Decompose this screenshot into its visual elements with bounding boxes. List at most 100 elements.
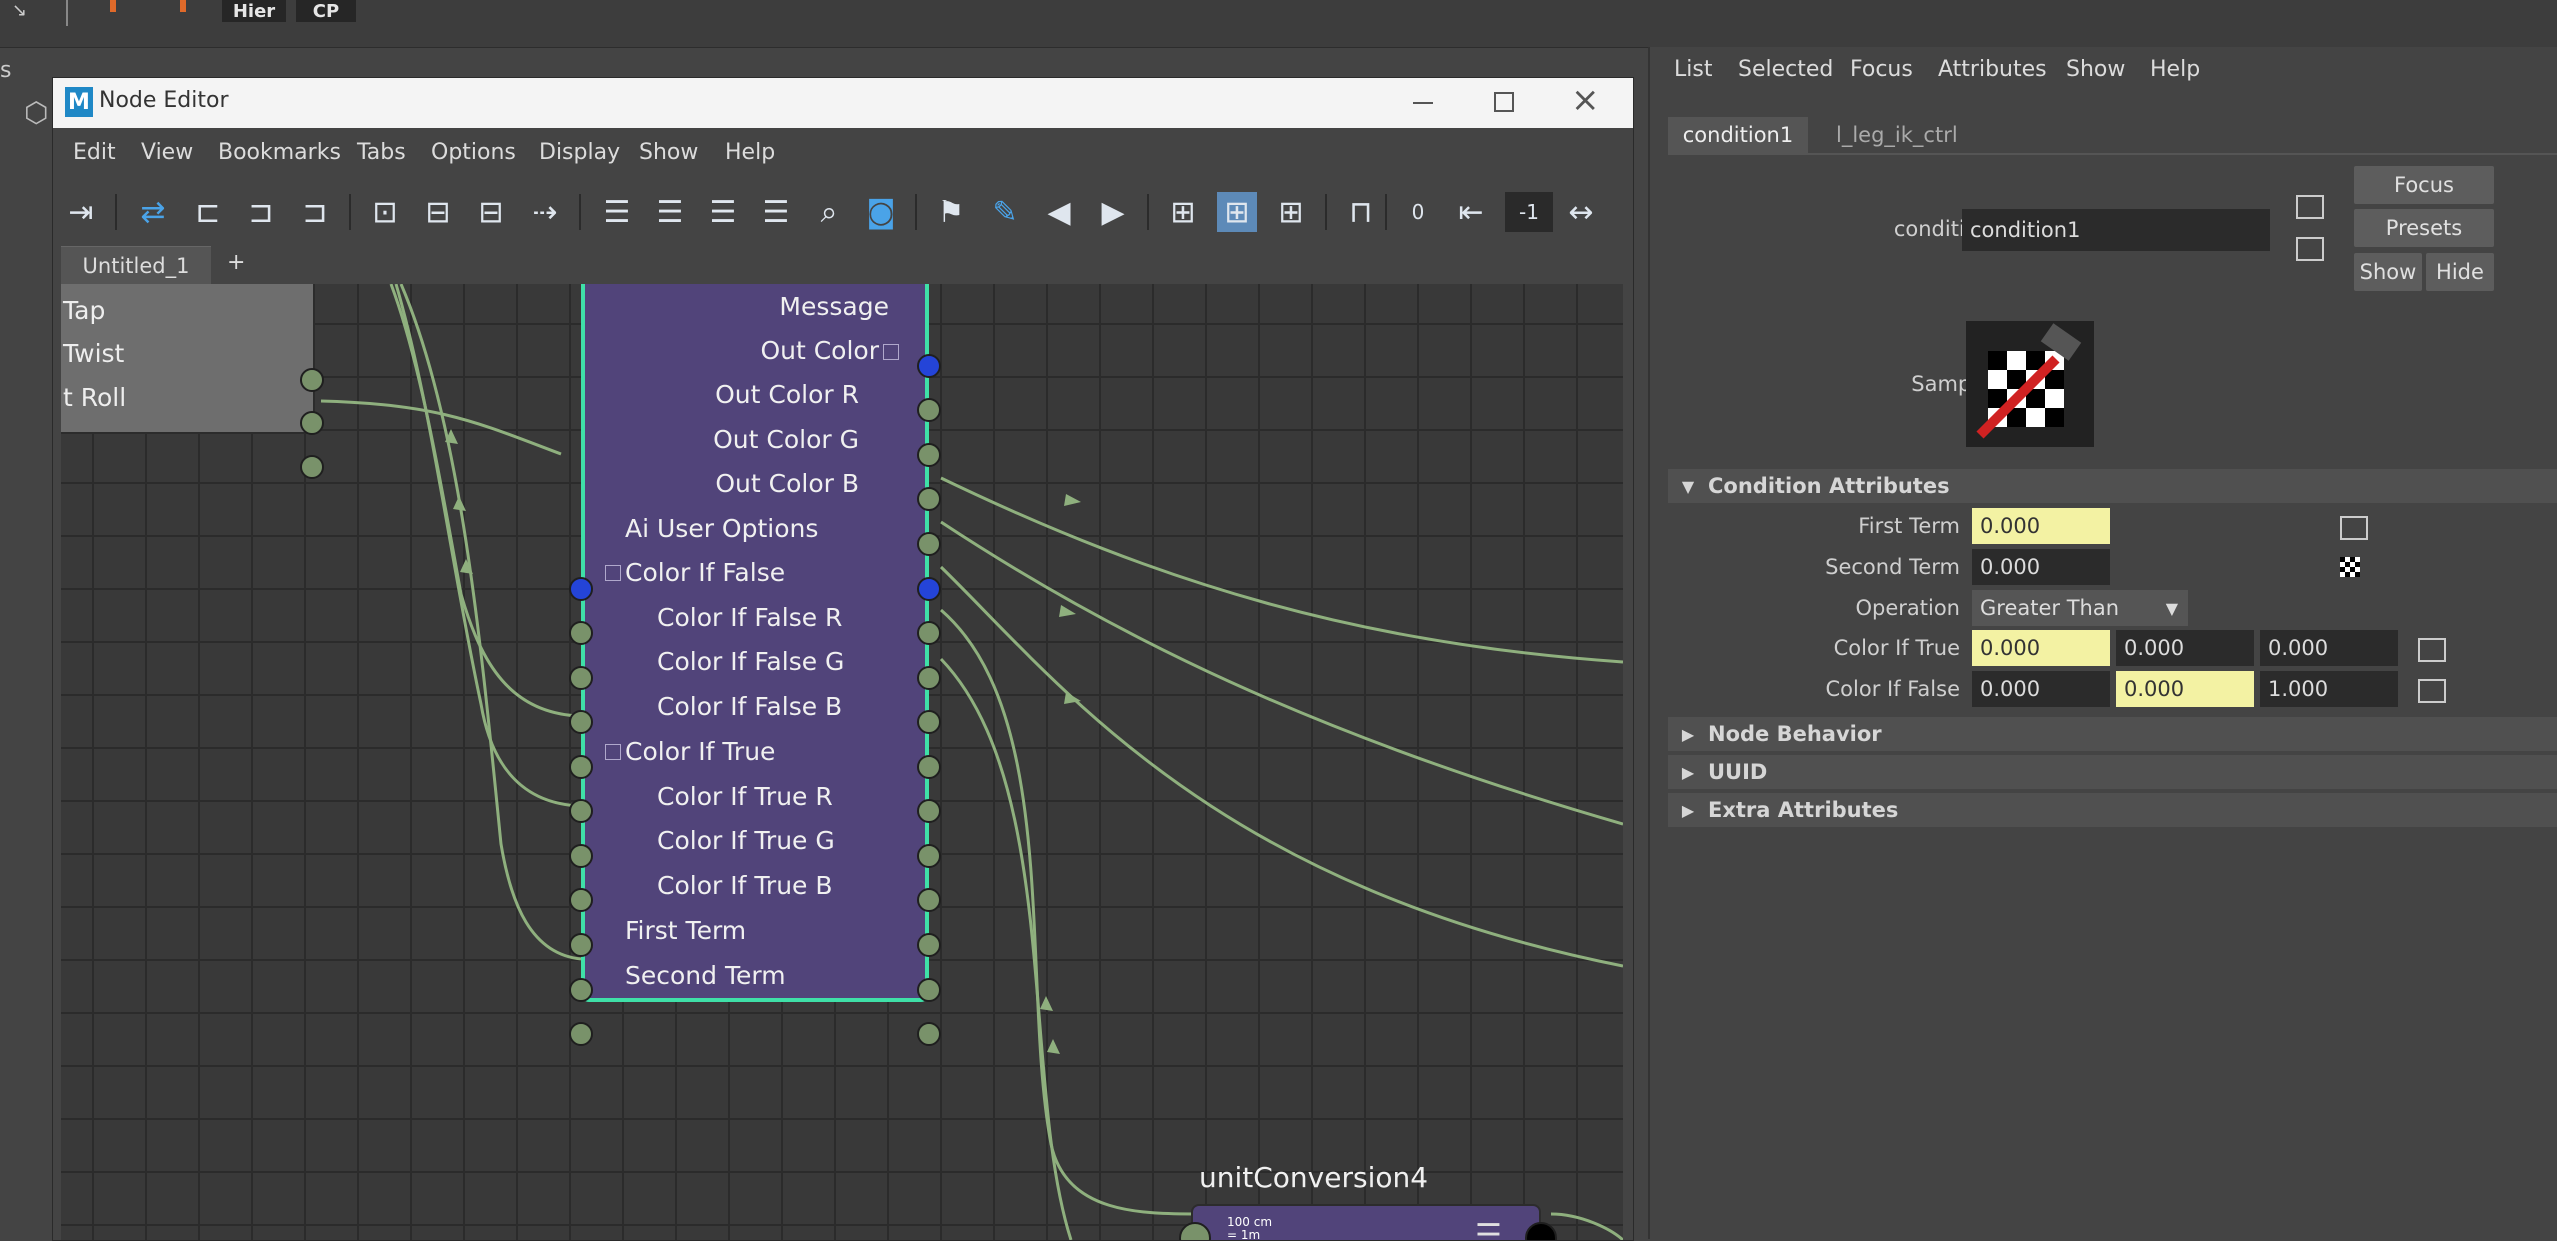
collapse-icon[interactable]: ⇤: [1451, 192, 1491, 232]
port-roll-out[interactable]: [300, 455, 324, 479]
color-if-false-g-field[interactable]: 0.000: [2116, 671, 2254, 707]
port-first-term-out[interactable]: [917, 978, 941, 1002]
menu-show[interactable]: Show: [639, 140, 698, 165]
hier-button[interactable]: Hier: [222, 0, 286, 22]
edit-bookmark-icon[interactable]: ✎: [985, 192, 1025, 232]
collapse-toggle-icon[interactable]: [883, 344, 899, 360]
minimize-icon[interactable]: [1413, 102, 1433, 104]
port-color-if-true-out[interactable]: [917, 799, 941, 823]
left-node[interactable]: Tap Twist t Roll: [61, 284, 315, 434]
second-term-field[interactable]: 0.000: [1972, 549, 2110, 585]
menu-show[interactable]: Show: [2066, 57, 2125, 82]
node-graph-canvas[interactable]: Tap Twist t Roll Message Out Color Out C…: [61, 284, 1623, 1240]
add-tab-button[interactable]: +: [227, 250, 245, 275]
port-out-color-g-out[interactable]: [917, 487, 941, 511]
first-term-field[interactable]: 0.000: [1972, 508, 2110, 544]
frame-all-icon[interactable]: ⊡: [365, 192, 405, 232]
collapse-toggle-icon[interactable]: [605, 744, 621, 760]
section-condition-attributes[interactable]: ▼ Condition Attributes: [1668, 469, 2557, 503]
graph-input-output-icon[interactable]: ⇥: [61, 192, 101, 232]
tab-untitled-1[interactable]: Untitled_1: [61, 246, 211, 285]
color-if-false-r-field[interactable]: 0.000: [1972, 671, 2110, 707]
presets-button[interactable]: Presets: [2354, 209, 2494, 247]
port-color-if-true-r-in[interactable]: [569, 844, 593, 868]
menu-focus[interactable]: Focus: [1850, 57, 1913, 82]
menu-bookmarks[interactable]: Bookmarks: [218, 140, 341, 165]
port-color-if-true-b-in[interactable]: [569, 933, 593, 957]
port-color-if-true-b-out[interactable]: [917, 933, 941, 957]
map-button-icon[interactable]: [2418, 638, 2446, 662]
port-tap-out[interactable]: [300, 368, 324, 392]
port-second-term-in[interactable]: [569, 1022, 593, 1046]
tab-condition1[interactable]: condition1: [1668, 117, 1808, 153]
custom-mode-icon[interactable]: ☰: [756, 192, 796, 232]
map-button-icon[interactable]: [2418, 679, 2446, 703]
port-color-if-false-g-out[interactable]: [917, 710, 941, 734]
load-input-icon[interactable]: [2296, 195, 2324, 219]
simple-mode-icon[interactable]: ☰: [597, 192, 637, 232]
maximize-icon[interactable]: [1494, 92, 1514, 112]
node-details-icon[interactable]: ☰: [1475, 1218, 1502, 1240]
operation-dropdown[interactable]: Greater Than ▼: [1972, 590, 2188, 626]
close-icon[interactable]: ×: [1571, 80, 1600, 120]
port-second-term-out[interactable]: [917, 1022, 941, 1046]
hide-button[interactable]: Hide: [2426, 253, 2494, 291]
load-output-icon[interactable]: [2296, 237, 2324, 261]
color-if-false-b-field[interactable]: 1.000: [2260, 671, 2398, 707]
unit-conversion-node[interactable]: 100 cm = 1m ☰: [1191, 1204, 1541, 1240]
connections-icon[interactable]: ⇢: [525, 192, 565, 232]
color-if-true-b-field[interactable]: 0.000: [2260, 630, 2398, 666]
next-bookmark-icon[interactable]: ▶: [1093, 192, 1133, 232]
menu-tabs[interactable]: Tabs: [357, 140, 406, 165]
lock-icon[interactable]: ⊓: [1341, 192, 1381, 232]
output-connections-icon[interactable]: ⊐: [295, 192, 335, 232]
port-color-if-false-r-out[interactable]: [917, 666, 941, 690]
input-output-icon[interactable]: ⊐: [241, 192, 281, 232]
menu-display[interactable]: Display: [539, 140, 620, 165]
color-if-true-r-field[interactable]: 0.000: [1972, 630, 2110, 666]
layout-icon[interactable]: ⊟: [471, 192, 511, 232]
menu-selected[interactable]: Selected: [1738, 57, 1833, 82]
port-color-if-true-in[interactable]: [569, 799, 593, 823]
graph-view-icon[interactable]: ⊞: [1163, 192, 1203, 232]
add-bookmark-icon[interactable]: ⚑: [931, 192, 971, 232]
port-first-term-in[interactable]: [569, 978, 593, 1002]
frame-selected-icon[interactable]: ⊟: [418, 192, 458, 232]
full-mode-icon[interactable]: ☰: [703, 192, 743, 232]
menu-help[interactable]: Help: [2150, 57, 2200, 82]
checker-map-icon[interactable]: [2340, 557, 2360, 577]
arrow-icon[interactable]: ↘: [12, 0, 34, 22]
previous-bookmark-icon[interactable]: ◀: [1039, 192, 1079, 232]
map-button-icon[interactable]: [2340, 516, 2368, 540]
port-color-if-false-b-in[interactable]: [569, 755, 593, 779]
focus-button[interactable]: Focus: [2354, 166, 2494, 204]
tab-l-leg-ik-ctrl[interactable]: l_leg_ik_ctrl: [1836, 123, 1958, 147]
port-ai-user-options-in[interactable]: [569, 577, 593, 601]
port-out-color-b-out[interactable]: [917, 532, 941, 556]
menu-view[interactable]: View: [141, 140, 193, 165]
swap-icon[interactable]: ⇄: [133, 192, 173, 232]
sample-swatch[interactable]: [1966, 321, 2094, 447]
connected-mode-icon[interactable]: ☰: [650, 192, 690, 232]
active-graph-view-icon[interactable]: ⊞: [1217, 192, 1257, 232]
snapshot-icon[interactable]: ◙: [861, 192, 901, 232]
collapse-toggle-icon[interactable]: [605, 565, 621, 581]
port-color-if-false-in[interactable]: [569, 621, 593, 645]
zero-field[interactable]: 0: [1398, 192, 1438, 232]
menu-list[interactable]: List: [1674, 57, 1712, 82]
port-color-if-false-r-in[interactable]: [569, 666, 593, 690]
menu-options[interactable]: Options: [431, 140, 516, 165]
search-icon[interactable]: ⌕: [809, 192, 849, 232]
color-if-true-g-field[interactable]: 0.000: [2116, 630, 2254, 666]
port-out-color-out[interactable]: [917, 398, 941, 422]
value-field[interactable]: -1: [1505, 192, 1553, 232]
graph-settings-icon[interactable]: ⊞: [1271, 192, 1311, 232]
cube-icon[interactable]: ⬡: [24, 96, 48, 129]
port-twist-out[interactable]: [300, 411, 324, 435]
expand-icon[interactable]: ↔: [1561, 192, 1601, 232]
section-uuid[interactable]: ▶ UUID: [1668, 755, 2557, 789]
section-node-behavior[interactable]: ▶ Node Behavior: [1668, 717, 2557, 751]
port-ai-user-options-out[interactable]: [917, 577, 941, 601]
node-editor-titlebar[interactable]: M Node Editor ×: [53, 78, 1633, 128]
port-color-if-true-r-out[interactable]: [917, 844, 941, 868]
